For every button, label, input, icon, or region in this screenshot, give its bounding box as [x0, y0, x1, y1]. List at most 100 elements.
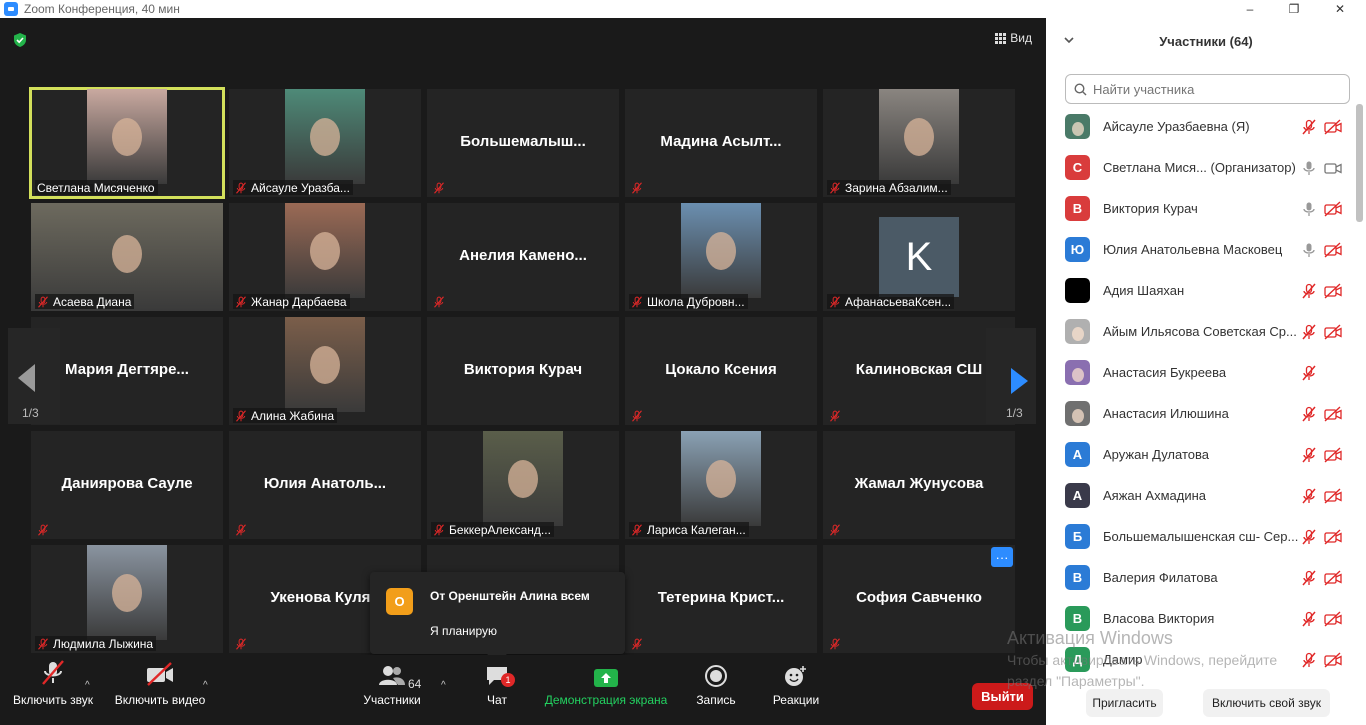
search-input[interactable]: [1093, 81, 1333, 97]
video-tile[interactable]: Асаева Диана: [31, 203, 223, 311]
close-button[interactable]: ✕: [1318, 0, 1362, 18]
participant-name: Адия Шаяхан: [1103, 283, 1185, 298]
mic-muted-icon: [1302, 611, 1316, 626]
participant-row[interactable]: Б Большемалышенская сш- Сер...: [1046, 516, 1358, 557]
watermark-line-3: раздел "Параметры".: [1007, 673, 1145, 689]
video-tile[interactable]: Айсауле Уразба...: [229, 89, 421, 197]
video-gallery: Вид Светлана Мисяченко Айсауле Уразба... Б…: [0, 18, 1046, 725]
face-placeholder: [310, 231, 340, 270]
tile-name-label: Асаева Диана: [35, 294, 135, 309]
next-page-button[interactable]: 1/3: [986, 328, 1036, 424]
participant-avatar: В: [1065, 196, 1090, 221]
participant-avatar: А: [1065, 483, 1090, 508]
mic-muted-icon: [632, 409, 642, 422]
participant-avatar: С: [1065, 155, 1090, 180]
video-tile[interactable]: K АфанасьеваКсен...: [823, 203, 1015, 311]
video-tile[interactable]: Школа Дубровн...: [625, 203, 817, 311]
video-tile[interactable]: Тетерина Крист...: [625, 545, 817, 653]
video-tile[interactable]: Даниярова Сауле: [31, 431, 223, 539]
mic-muted-icon: [236, 295, 246, 308]
meeting-toolbar: Включить звук ^ Включить видео ^ 64 Учас…: [0, 655, 1046, 725]
mic-muted-icon: [236, 637, 246, 650]
participants-options-chevron-icon[interactable]: ^: [441, 680, 446, 691]
participant-name: Анастасия Илюшина: [1103, 406, 1229, 421]
participant-name: Анастасия Букреева: [1103, 365, 1227, 380]
participant-row[interactable]: Анастасия Илюшина: [1046, 393, 1358, 434]
participant-avatar: [1065, 401, 1090, 426]
mic-muted-icon: [38, 523, 48, 536]
participant-name: Айсауле Уразбаевна (Я): [1103, 119, 1250, 134]
participant-row[interactable]: А Аяжан Ахмадина: [1046, 475, 1358, 516]
tile-name-text: Людмила Лыжина: [53, 636, 154, 651]
participant-list-scrollbar[interactable]: [1356, 104, 1363, 222]
mic-muted-icon: [1302, 119, 1316, 134]
unmute-label: Включить звук: [12, 693, 94, 707]
mic-muted-icon: [830, 409, 840, 422]
tile-name-text: Зарина Абзалим...: [845, 180, 948, 195]
tile-name-label: [233, 636, 254, 651]
chat-message: Я планирую: [430, 624, 498, 638]
share-screen-button[interactable]: Демонстрация экрана: [540, 655, 672, 707]
video-tile[interactable]: Юлия Анатоль...: [229, 431, 421, 539]
video-tile[interactable]: Виктория Курач: [427, 317, 619, 425]
video-tile[interactable]: Жанар Дарбаева: [229, 203, 421, 311]
mic-icon: [1303, 161, 1315, 175]
minimize-button[interactable]: –: [1228, 0, 1272, 18]
face-placeholder: [310, 345, 340, 384]
video-tile[interactable]: Жамал Жунусова: [823, 431, 1015, 539]
more-options-button[interactable]: ···: [991, 547, 1013, 567]
tile-name-label: [233, 522, 254, 537]
avatar-photo: [1071, 326, 1084, 341]
participant-row[interactable]: Айсауле Уразбаевна (Я): [1046, 106, 1358, 147]
participant-avatar: А: [1065, 442, 1090, 467]
maximize-button[interactable]: ❐: [1272, 0, 1316, 18]
video-off-icon: [1324, 528, 1342, 545]
participant-name: Юлия Анатольевна Масковец: [1103, 242, 1283, 257]
video-options-chevron-icon[interactable]: ^: [203, 680, 208, 691]
mic-muted-icon: [1302, 324, 1316, 339]
participant-row[interactable]: Адия Шаяхан: [1046, 270, 1358, 311]
view-button[interactable]: Вид: [995, 31, 1032, 45]
participant-row[interactable]: В Валерия Филатова: [1046, 557, 1358, 598]
participant-row[interactable]: Ю Юлия Анатольевна Масковец: [1046, 229, 1358, 270]
participant-row[interactable]: Айым Ильясова Советская Ср...: [1046, 311, 1358, 352]
invite-button[interactable]: Пригласить: [1086, 689, 1163, 717]
prev-page-button[interactable]: 1/3: [8, 328, 60, 424]
tile-name-label: Светлана Мисяченко: [35, 180, 158, 195]
unmute-me-button[interactable]: Включить свой звук: [1203, 689, 1330, 717]
view-label: Вид: [1010, 31, 1032, 45]
video-tile[interactable]: Мадина Асылт...: [625, 89, 817, 197]
tile-name-text: Айсауле Уразба...: [251, 180, 350, 195]
video-tile[interactable]: Лариса Калеган...: [625, 431, 817, 539]
video-off-icon: [1324, 323, 1342, 340]
video-tile[interactable]: Алина Жабина: [229, 317, 421, 425]
tile-name-label: Алина Жабина: [233, 408, 338, 423]
participant-row[interactable]: В Виктория Курач: [1046, 188, 1358, 229]
start-video-button[interactable]: Включить видео: [112, 655, 208, 707]
watermark-line-2: Чтобы активировать Windows, перейдите: [1007, 652, 1278, 668]
participant-row[interactable]: А Аружан Дулатова: [1046, 434, 1358, 475]
tile-display-name: Тетерина Крист...: [657, 589, 785, 606]
video-tile[interactable]: Людмила Лыжина: [31, 545, 223, 653]
record-button[interactable]: Запись: [690, 655, 742, 707]
chat-notification[interactable]: О От Оренштейн Алина всем Я планирую: [370, 572, 625, 664]
video-tile[interactable]: Цокало Ксения: [625, 317, 817, 425]
tile-name-text: Лариса Калеган...: [647, 522, 746, 537]
chat-button[interactable]: 1 Чат: [474, 655, 520, 707]
video-tile[interactable]: Светлана Мисяченко: [29, 87, 225, 199]
audio-options-chevron-icon[interactable]: ^: [85, 680, 90, 691]
video-tile[interactable]: БеккерАлександ...: [427, 431, 619, 539]
video-off-icon: [1324, 651, 1342, 668]
video-tile[interactable]: Большемалыш...: [427, 89, 619, 197]
face-placeholder: [112, 235, 142, 274]
participant-row[interactable]: С Светлана Мися... (Организатор): [1046, 147, 1358, 188]
participant-row[interactable]: Анастасия Букреева: [1046, 352, 1358, 393]
video-tile[interactable]: Зарина Абзалим...: [823, 89, 1015, 197]
video-tile[interactable]: София Савченко ···: [823, 545, 1015, 653]
security-shield-icon[interactable]: [12, 32, 28, 48]
participant-search[interactable]: [1065, 74, 1350, 104]
participants-button[interactable]: 64 Участники: [355, 655, 429, 707]
tile-name-label: [35, 522, 56, 537]
reactions-button[interactable]: Реакции: [768, 655, 824, 707]
video-tile[interactable]: Анелия Камено...: [427, 203, 619, 311]
